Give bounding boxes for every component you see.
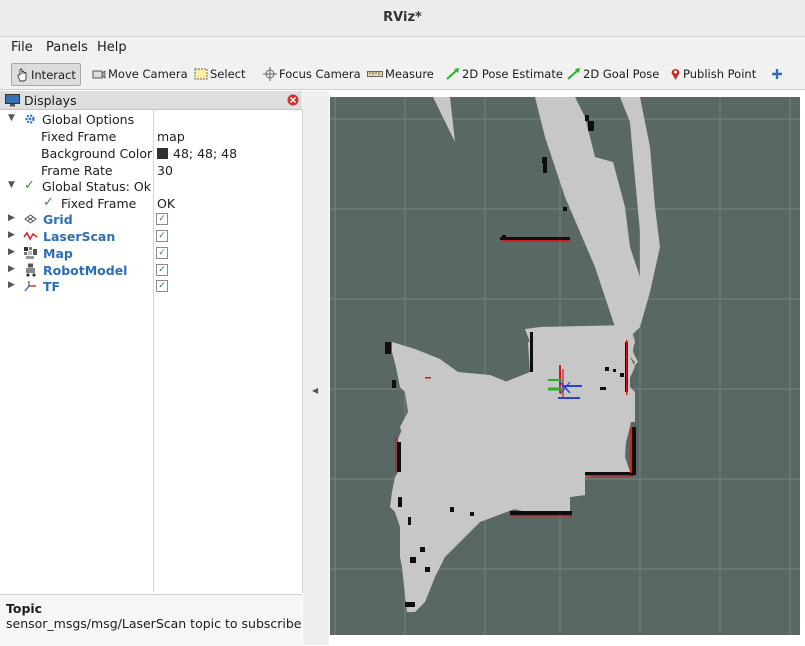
display-item-grid[interactable]: ▶ Grid ✓ xyxy=(0,211,302,228)
checkmark-icon: ✓ xyxy=(43,195,54,210)
collapse-arrow-icon[interactable]: ▶ xyxy=(8,264,15,274)
global-options-label: Global Options xyxy=(42,112,135,127)
green-arrow-icon xyxy=(446,67,459,80)
fixed-frame-label: Fixed Frame xyxy=(41,129,117,144)
global-status-row[interactable]: ▼ ✓ Global Status: Ok xyxy=(0,178,302,195)
move-camera-label: Move Camera xyxy=(108,66,188,81)
select-tool-button[interactable]: Select xyxy=(194,63,245,84)
toolbar: Interact Move Camera Select Focus Camera… xyxy=(0,59,805,90)
plus-icon xyxy=(772,68,782,79)
map-enabled-checkbox[interactable]: ✓ xyxy=(156,247,168,259)
background-color-value[interactable]: 48; 48; 48 xyxy=(173,146,237,161)
property-help-panel: Topic sensor_msgs/msg/LaserScan topic to… xyxy=(0,594,302,646)
goal-pose-tool-button[interactable]: 2D Goal Pose xyxy=(567,63,659,84)
menu-panels[interactable]: Panels xyxy=(46,40,88,55)
displays-panel-header: Displays xyxy=(0,91,302,110)
status-fixed-frame-label: Fixed Frame xyxy=(61,196,137,211)
status-fixed-frame-value: OK xyxy=(157,196,176,211)
help-title: Topic xyxy=(6,601,43,616)
collapse-arrow-icon[interactable]: ▶ xyxy=(8,230,15,240)
gear-icon xyxy=(25,114,35,124)
frame-rate-row[interactable]: Frame Rate 30 xyxy=(0,162,302,179)
focus-camera-tool-button[interactable]: Focus Camera xyxy=(263,63,361,84)
render-viewport[interactable] xyxy=(330,97,800,635)
focus-camera-label: Focus Camera xyxy=(279,66,361,81)
expand-arrow-icon[interactable]: ▼ xyxy=(8,113,15,123)
collapse-arrow-icon[interactable]: ▶ xyxy=(8,280,15,290)
collapse-arrow-icon[interactable]: ▶ xyxy=(8,213,15,223)
fixed-frame-value[interactable]: map xyxy=(157,129,185,144)
select-box-icon xyxy=(194,68,208,79)
tree-column-separator[interactable] xyxy=(153,110,154,593)
ruler-icon xyxy=(367,70,383,77)
add-tool-button[interactable] xyxy=(771,63,785,84)
laserscan-enabled-checkbox[interactable]: ✓ xyxy=(156,230,168,242)
background-color-label: Background Color xyxy=(41,146,153,161)
goal-pose-label: 2D Goal Pose xyxy=(583,66,660,81)
measure-label: Measure xyxy=(385,66,434,81)
robot-model-icon xyxy=(26,263,36,277)
green-arrow-icon xyxy=(567,67,580,80)
help-text: sensor_msgs/msg/LaserScan topic to subsc… xyxy=(6,616,302,631)
move-camera-tool-button[interactable]: Move Camera xyxy=(92,63,188,84)
global-status-label: Global Status: Ok xyxy=(42,179,151,194)
close-icon[interactable] xyxy=(287,94,299,106)
tf-icon xyxy=(24,281,36,292)
laserscan-icon xyxy=(23,231,38,241)
displays-tree: ▼ Global Options Fixed Frame map Backgro… xyxy=(0,110,303,593)
displays-title: Displays xyxy=(24,93,77,108)
map-pin-icon xyxy=(671,68,680,80)
expand-arrow-icon[interactable]: ▼ xyxy=(8,180,15,190)
grid-enabled-checkbox[interactable]: ✓ xyxy=(156,213,168,225)
pose-estimate-tool-button[interactable]: 2D Pose Estimate xyxy=(446,63,563,84)
publish-point-tool-button[interactable]: Publish Point xyxy=(670,63,756,84)
move-camera-icon xyxy=(92,69,106,79)
map-icon xyxy=(24,247,37,259)
map-label: Map xyxy=(43,246,73,261)
robotmodel-enabled-checkbox[interactable]: ✓ xyxy=(156,264,168,276)
window-title: RViz* xyxy=(383,10,422,25)
status-fixed-frame-row[interactable]: ✓ Fixed Frame OK xyxy=(0,195,302,212)
robotmodel-label: RobotModel xyxy=(43,263,128,278)
hand-pointer-icon xyxy=(17,68,27,81)
menu-help[interactable]: Help xyxy=(97,40,127,55)
title-bar: RViz* xyxy=(0,0,805,37)
display-item-tf[interactable]: ▶ TF ✓ xyxy=(0,278,302,295)
map-view[interactable] xyxy=(330,97,800,635)
laserscan-label: LaserScan xyxy=(43,229,116,244)
display-item-map[interactable]: ▶ Map ✓ xyxy=(0,245,302,262)
global-options-row[interactable]: ▼ Global Options xyxy=(0,111,302,128)
publish-point-label: Publish Point xyxy=(683,66,757,81)
tf-enabled-checkbox[interactable]: ✓ xyxy=(156,280,168,292)
display-item-robotmodel[interactable]: ▶ RobotModel ✓ xyxy=(0,262,302,279)
background-color-row[interactable]: Background Color 48; 48; 48 xyxy=(0,145,302,162)
select-label: Select xyxy=(210,66,246,81)
checkmark-icon: ✓ xyxy=(24,178,35,193)
grid-icon xyxy=(24,214,37,224)
pose-estimate-label: 2D Pose Estimate xyxy=(462,66,563,81)
interact-label: Interact xyxy=(31,67,76,82)
measure-tool-button[interactable]: Measure xyxy=(367,63,434,84)
grid-label: Grid xyxy=(43,212,73,227)
fixed-frame-row[interactable]: Fixed Frame map xyxy=(0,128,302,145)
interact-tool-button[interactable]: Interact xyxy=(11,63,81,86)
monitor-icon xyxy=(5,94,20,107)
frame-rate-value[interactable]: 30 xyxy=(157,163,173,178)
frame-rate-label: Frame Rate xyxy=(41,163,113,178)
menu-file[interactable]: File xyxy=(11,40,33,55)
tf-label: TF xyxy=(43,279,61,294)
collapse-arrow-icon[interactable]: ▶ xyxy=(8,247,15,257)
display-item-laserscan[interactable]: ▶ LaserScan ✓ xyxy=(0,228,302,245)
collapse-left-icon[interactable]: ◀ xyxy=(312,386,318,395)
panel-splitter[interactable]: ◀ xyxy=(303,91,329,645)
color-swatch[interactable] xyxy=(157,148,168,159)
menu-bar: File Panels Help xyxy=(0,37,805,59)
focus-camera-icon xyxy=(263,66,277,81)
